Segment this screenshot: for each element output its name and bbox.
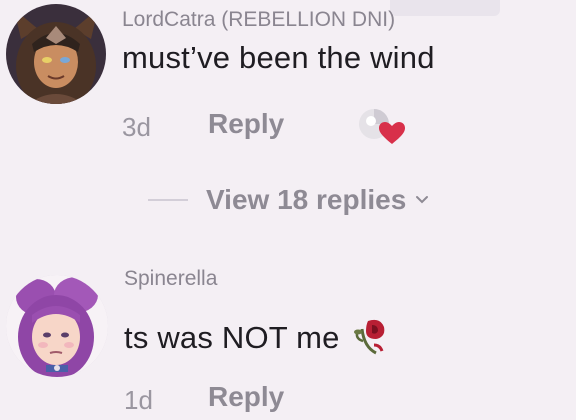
comment-1: LordCatra (REBELLION DNI) must’ve been t… xyxy=(0,0,576,170)
comment-timestamp: 3d xyxy=(122,112,151,142)
spinnerella-avatar-icon[interactable] xyxy=(6,275,108,377)
divider-line xyxy=(148,199,188,201)
comment-username[interactable]: LordCatra (REBELLION DNI) xyxy=(122,8,395,32)
catra-avatar-icon[interactable] xyxy=(6,4,106,104)
reply-button[interactable]: Reply xyxy=(208,381,284,413)
heart-reaction-icon[interactable] xyxy=(354,104,410,155)
view-replies-button[interactable]: View 18 replies xyxy=(148,180,430,220)
wilted-rose-icon xyxy=(354,317,388,363)
comment-text: ts was NOT me xyxy=(124,317,388,363)
reply-button[interactable]: Reply xyxy=(208,108,284,140)
comment-text: must’ve been the wind xyxy=(122,40,435,75)
chevron-down-icon xyxy=(414,193,430,211)
view-replies-label: View 18 replies xyxy=(206,184,407,215)
comment-username[interactable]: Spinerella xyxy=(124,267,217,291)
comment-text-content: ts was NOT me xyxy=(124,320,340,356)
comment-2: Spinerella ts was NOT me 1d Reply xyxy=(0,255,576,420)
comment-timestamp: 1d xyxy=(124,385,153,415)
